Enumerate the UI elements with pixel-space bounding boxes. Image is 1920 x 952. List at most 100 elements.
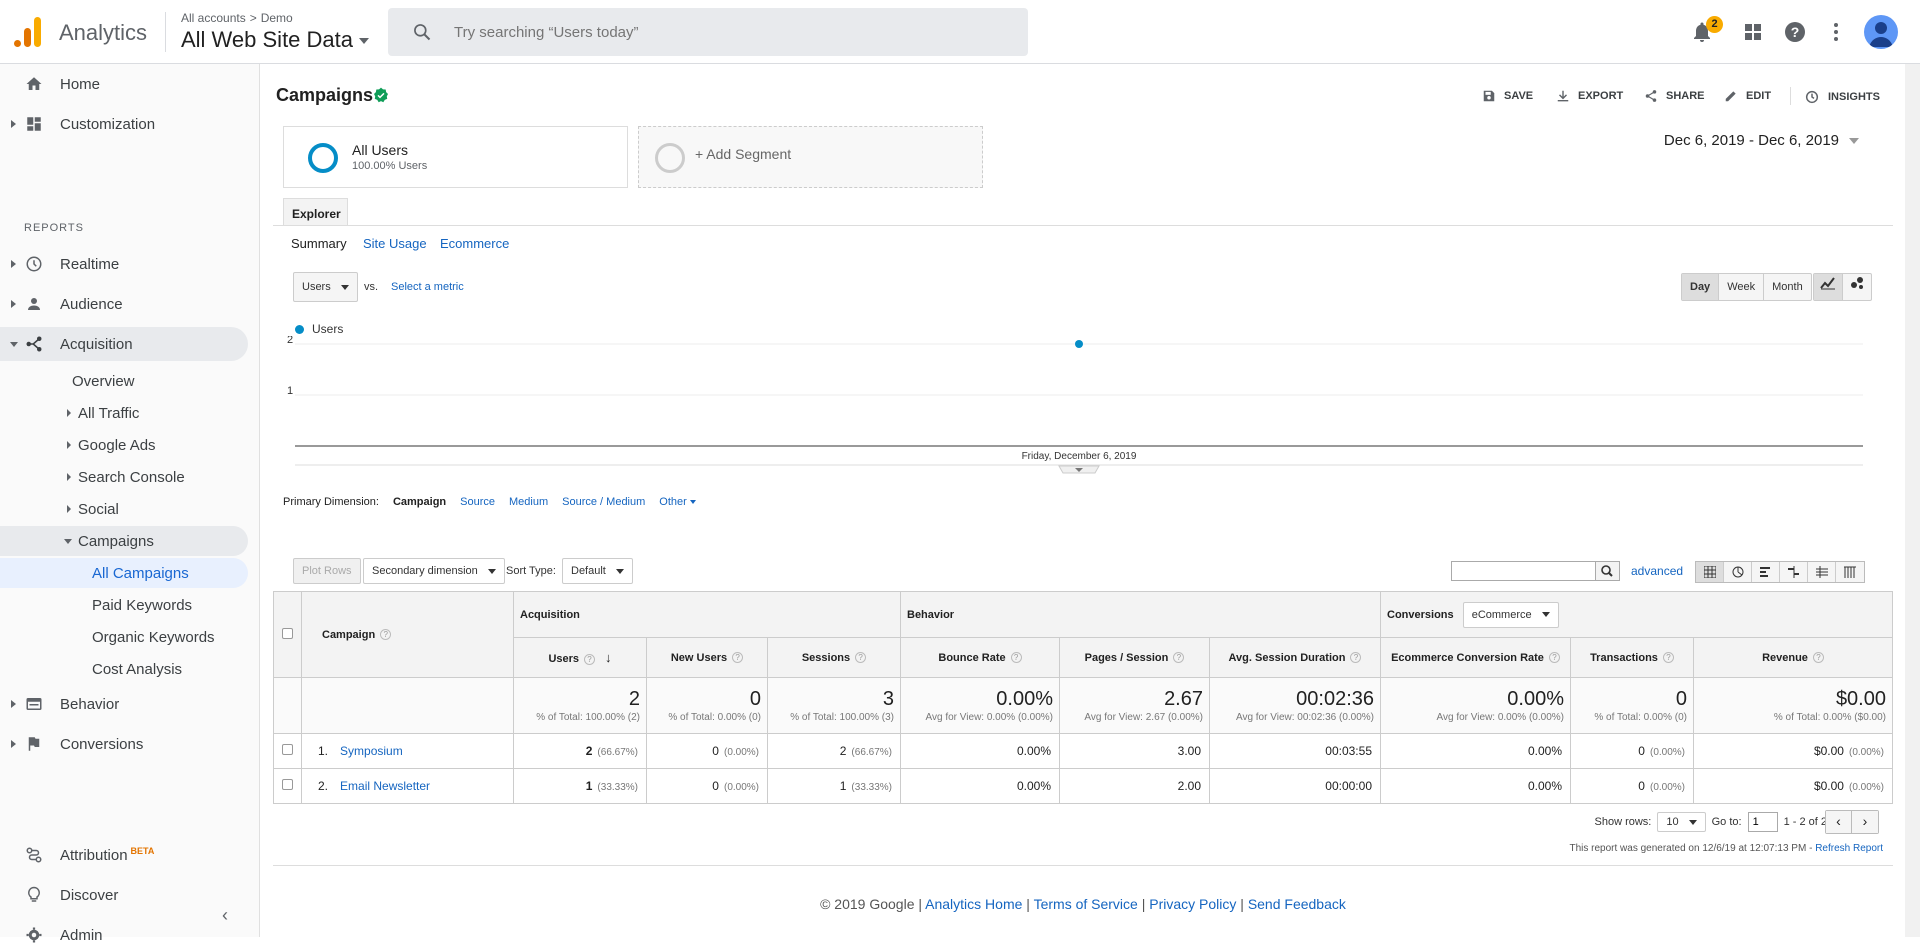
footer-link-terms[interactable]: Terms of Service (1034, 896, 1138, 912)
sidebar-item-behavior[interactable]: Behavior (0, 687, 248, 721)
view-name[interactable]: All Web Site Data (181, 27, 353, 52)
avatar[interactable] (1864, 15, 1898, 49)
pivot-view-button[interactable] (1836, 562, 1864, 582)
segment-all-users[interactable]: All Users 100.00% Users (283, 126, 628, 188)
previous-page-icon[interactable]: ‹ (1826, 811, 1852, 833)
month-button[interactable]: Month (1764, 274, 1811, 300)
metric-selector[interactable]: Users (293, 272, 358, 302)
data-view-button[interactable] (1696, 562, 1724, 582)
sidebar-item-google-ads[interactable]: Google Ads (0, 430, 248, 460)
sidebar-item-conversions[interactable]: Conversions (0, 727, 248, 761)
scrollbar[interactable] (1905, 64, 1920, 937)
help-icon[interactable]: ? (380, 629, 392, 641)
plot-rows-button[interactable]: Plot Rows (293, 558, 361, 584)
sidebar-item-realtime[interactable]: Realtime (0, 247, 248, 281)
apps-grid-icon[interactable] (1741, 20, 1765, 44)
dimension-source-medium[interactable]: Source / Medium (562, 496, 645, 508)
day-button[interactable]: Day (1682, 274, 1720, 300)
date-range-selector[interactable]: Dec 6, 2019 - Dec 6, 2019 (1664, 132, 1859, 149)
sidebar-item-campaigns[interactable]: Campaigns (0, 526, 248, 556)
help-icon[interactable]: ? (1783, 20, 1807, 44)
help-icon[interactable]: ? (1010, 652, 1022, 664)
campaign-column-header[interactable]: Campaign? (301, 591, 514, 678)
help-icon[interactable]: ? (1350, 652, 1362, 664)
sidebar-item-admin[interactable]: Admin (0, 918, 248, 952)
collapse-sidebar-icon[interactable]: ‹ (222, 905, 228, 926)
advanced-filter-link[interactable]: advanced (1631, 564, 1683, 578)
save-button[interactable]: SAVE (1482, 89, 1533, 103)
sidebar-item-overview[interactable]: Overview (0, 366, 248, 396)
help-icon[interactable]: ? (855, 652, 867, 664)
bounce-rate-column-header[interactable]: Bounce Rate? (900, 637, 1060, 678)
subtab-site-usage[interactable]: Site Usage (363, 236, 427, 251)
secondary-dimension-select[interactable]: Secondary dimension (363, 558, 505, 584)
subtab-ecommerce[interactable]: Ecommerce (440, 236, 509, 251)
sidebar-item-discover[interactable]: Discover (0, 878, 248, 912)
campaign-link[interactable]: Email Newsletter (340, 779, 430, 793)
next-page-icon[interactable]: › (1852, 811, 1878, 833)
dimension-source[interactable]: Source (460, 496, 495, 508)
analytics-logo[interactable] (14, 17, 42, 47)
breadcrumb-account[interactable]: All accounts (181, 11, 246, 25)
export-button[interactable]: EXPORT (1556, 89, 1623, 103)
help-icon[interactable]: ? (732, 652, 744, 664)
dimension-medium[interactable]: Medium (509, 496, 548, 508)
help-icon[interactable]: ? (1548, 652, 1560, 664)
help-icon[interactable]: ? (1662, 652, 1674, 664)
row-checkbox[interactable] (282, 744, 293, 755)
table-filter-button[interactable] (1596, 561, 1620, 581)
sidebar-item-organic-keywords[interactable]: Organic Keywords (0, 622, 248, 652)
motion-chart-button[interactable] (1843, 274, 1871, 300)
sidebar-item-acquisition[interactable]: Acquisition (0, 327, 248, 361)
transactions-column-header[interactable]: Transactions? (1570, 637, 1694, 678)
pages-session-column-header[interactable]: Pages / Session? (1059, 637, 1210, 678)
view-selector[interactable]: All Web Site Data (181, 27, 370, 53)
add-segment-button[interactable]: + Add Segment (638, 126, 983, 188)
footer-link-privacy[interactable]: Privacy Policy (1149, 896, 1236, 912)
users-column-header[interactable]: Users? ↓ (513, 637, 647, 678)
goto-page-input[interactable] (1747, 812, 1778, 832)
insights-button[interactable]: INSIGHTS (1804, 89, 1880, 105)
rows-per-page-select[interactable]: 10 (1657, 812, 1706, 832)
sidebar-item-audience[interactable]: Audience (0, 287, 248, 321)
performance-view-button[interactable] (1752, 562, 1780, 582)
campaign-link[interactable]: Symposium (340, 744, 403, 758)
sidebar-item-customization[interactable]: Customization (0, 107, 248, 141)
revenue-column-header[interactable]: Revenue? (1693, 637, 1893, 678)
sidebar-item-all-traffic[interactable]: All Traffic (0, 398, 248, 428)
footer-link-feedback[interactable]: Send Feedback (1248, 896, 1346, 912)
select-metric-link[interactable]: Select a metric (391, 281, 464, 293)
row-checkbox[interactable] (282, 779, 293, 790)
avg-session-duration-column-header[interactable]: Avg. Session Duration? (1209, 637, 1381, 678)
sidebar-item-search-console[interactable]: Search Console (0, 462, 248, 492)
footer-link-analytics-home[interactable]: Analytics Home (925, 896, 1022, 912)
term-cloud-view-button[interactable] (1808, 562, 1836, 582)
new-users-column-header[interactable]: New Users? (646, 637, 768, 678)
subtab-summary[interactable]: Summary (291, 236, 347, 251)
sessions-column-header[interactable]: Sessions? (767, 637, 901, 678)
help-icon[interactable]: ? (1173, 652, 1185, 664)
sidebar-item-paid-keywords[interactable]: Paid Keywords (0, 590, 248, 620)
sidebar-item-social[interactable]: Social (0, 494, 248, 524)
sort-type-select[interactable]: Default (562, 558, 633, 584)
comparison-view-button[interactable] (1780, 562, 1808, 582)
sidebar-item-home[interactable]: Home (0, 67, 248, 101)
dimension-other[interactable]: Other (659, 496, 696, 508)
search-box[interactable] (388, 8, 1028, 56)
week-button[interactable]: Week (1719, 274, 1765, 300)
tab-explorer[interactable]: Explorer (283, 198, 348, 226)
more-vert-icon[interactable] (1824, 20, 1848, 44)
select-all-checkbox[interactable] (282, 627, 293, 639)
help-icon[interactable]: ? (1812, 652, 1824, 664)
share-button[interactable]: SHARE (1644, 89, 1705, 103)
ecommerce-conversion-rate-column-header[interactable]: Ecommerce Conversion Rate? (1380, 637, 1571, 678)
breadcrumb[interactable]: All accounts > Demo (181, 11, 293, 25)
conversion-type-select[interactable]: eCommerce (1462, 601, 1559, 628)
line-chart-button[interactable] (1814, 274, 1843, 300)
sidebar-item-all-campaigns[interactable]: All Campaigns (0, 558, 248, 588)
help-icon[interactable]: ? (584, 653, 596, 665)
search-input[interactable] (454, 20, 994, 44)
table-filter-input[interactable] (1451, 561, 1596, 581)
percentage-view-button[interactable] (1724, 562, 1752, 582)
sidebar-item-attribution[interactable]: Attribution BETA (0, 838, 248, 872)
